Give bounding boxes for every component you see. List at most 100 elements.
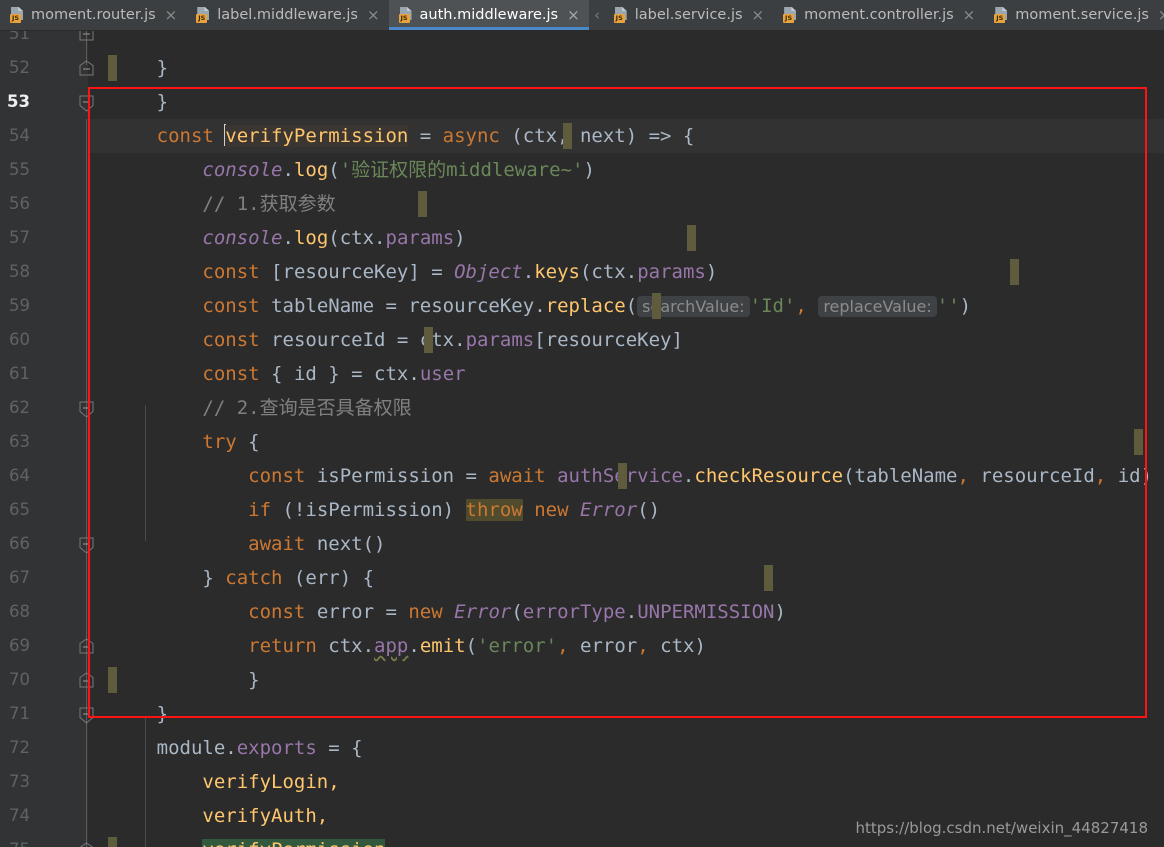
close-icon[interactable]: × (752, 7, 765, 23)
code-line-59[interactable]: const resourceId = ctx.params[resourceKe… (88, 289, 683, 351)
code-line-65[interactable]: await next() (88, 493, 385, 555)
code-line-69[interactable]: } (88, 629, 259, 691)
code-token-user: user (419, 363, 466, 385)
line-number: 74 (9, 806, 30, 825)
line-number: 57 (9, 228, 30, 247)
eol-marker (652, 293, 661, 319)
line-number: 66 (9, 534, 30, 553)
code-token-string: '' (936, 295, 960, 317)
editor-gutter[interactable]: 51 52 53 54 55 56 57 58 59 60 61 62 63 6… (0, 31, 94, 847)
code-line-68[interactable]: return ctx.app.emit('error', error, ctx) (88, 595, 706, 657)
eol-marker (108, 667, 117, 693)
code-token-resourceid: resourceId (980, 465, 1095, 487)
js-file-icon: JS (398, 7, 414, 23)
param-hint-replacevalue: replaceValue: (818, 296, 937, 317)
code-token-ctx: ctx (660, 635, 695, 657)
line-number: 71 (9, 704, 30, 723)
line-number-current: 53 (7, 92, 30, 111)
eol-marker (108, 55, 117, 81)
eol-marker (687, 225, 696, 251)
eol-marker (418, 191, 427, 217)
code-line-60[interactable]: const { id } = ctx.user (88, 323, 465, 385)
watermark-url: https://blog.csdn.net/weixin_44827418 (855, 819, 1148, 837)
code-line-72[interactable]: verifyLogin, (88, 731, 339, 793)
tab-label: moment.controller.js (804, 7, 954, 23)
eol-marker (424, 327, 433, 353)
tab-label: moment.router.js (31, 7, 156, 23)
code-line-63[interactable]: const isPermission = await authService.c… (88, 425, 1152, 487)
code-line-58[interactable]: const tableName = resourceKey.replace(se… (88, 255, 971, 317)
code-token-id: id (1117, 465, 1141, 487)
js-badge-label: JS (613, 14, 625, 23)
close-icon[interactable]: × (1158, 7, 1164, 23)
code-token-string: 'Id' (749, 295, 796, 317)
code-line-51[interactable]: } (88, 31, 168, 79)
code-token-checkresource: checkResource (694, 465, 844, 487)
code-token-resourcekey: resourceKey (545, 329, 672, 351)
line-number: 69 (9, 636, 30, 655)
code-line-71[interactable]: module.exports = { (88, 697, 363, 759)
line-number: 72 (9, 738, 30, 757)
code-line-74[interactable]: verifyPermission (88, 799, 386, 847)
line-number: 64 (9, 466, 30, 485)
code-line-70[interactable]: } (88, 663, 168, 725)
line-number: 58 (9, 262, 30, 281)
js-badge-label: JS (10, 14, 21, 23)
tab-label-middleware-js[interactable]: JS label.middleware.js × (186, 0, 389, 30)
code-token-tablename: tableName (854, 465, 958, 487)
line-number: 52 (9, 58, 30, 77)
close-icon[interactable]: × (367, 7, 380, 23)
line-number: 67 (9, 568, 30, 587)
code-token-string: 'error' (477, 635, 558, 657)
tab-label: auth.middleware.js (419, 7, 559, 23)
code-line-62[interactable]: try { (88, 391, 259, 453)
close-icon[interactable]: × (567, 7, 580, 23)
line-number: 61 (9, 364, 30, 383)
js-badge-label: JS (783, 14, 795, 23)
code-token: } (202, 669, 260, 691)
js-badge-label: JS (196, 14, 208, 23)
tab-label: label.service.js (634, 7, 743, 23)
eol-marker (1134, 429, 1143, 455)
tab-label-service-js[interactable]: JS label.service.js × (603, 0, 774, 30)
eol-marker (1010, 259, 1019, 285)
editor-tab-bar[interactable]: JS moment.router.js × JS label.middlewar… (0, 0, 1164, 31)
line-number: 75 (0, 833, 30, 847)
code-line-67[interactable]: const error = new Error(errorType.UNPERM… (88, 561, 786, 623)
tab-auth-middleware-js[interactable]: JS auth.middleware.js × (388, 0, 589, 30)
code-line-66[interactable]: } catch (err) { (88, 527, 374, 589)
tab-label: label.middleware.js (217, 7, 358, 23)
code-line-75[interactable]: } (88, 833, 168, 847)
code-line-57[interactable]: const [resourceKey] = Object.keys(ctx.pa… (88, 221, 717, 283)
code-line-73[interactable]: verifyAuth, (88, 765, 328, 827)
tab-scroll-left-icon[interactable]: ‹ (589, 0, 604, 30)
code-line-54[interactable]: console.log('验证权限的middleware~') (88, 119, 594, 181)
tab-moment-controller-js[interactable]: JS moment.controller.js × (773, 0, 985, 30)
line-number: 62 (9, 398, 30, 417)
code-line-55[interactable]: // 1.获取参数 (88, 153, 335, 215)
code-line-56[interactable]: console.log(ctx.params) (88, 187, 465, 249)
tab-moment-router-js[interactable]: JS moment.router.js × (0, 0, 187, 30)
code-token-emit: emit (419, 635, 466, 657)
line-number: 55 (9, 160, 30, 179)
code-editor[interactable]: 51 52 53 54 55 56 57 58 59 60 61 62 63 6… (0, 31, 1164, 847)
tab-label: moment.service.js (1015, 7, 1149, 23)
code-token-error: Error (579, 499, 638, 521)
code-text-area[interactable]: } } const verifyPermission = async (ctx,… (88, 31, 1164, 847)
js-file-icon: JS (196, 7, 211, 23)
code-line-61[interactable]: // 2.查询是否具备权限 (88, 357, 411, 419)
code-token-app: app (374, 635, 409, 657)
line-number: 70 (9, 670, 30, 689)
line-number: 68 (9, 602, 30, 621)
code-line-52[interactable]: } (88, 51, 168, 113)
eol-marker (764, 565, 773, 591)
line-number: 73 (9, 772, 30, 791)
close-icon[interactable]: × (963, 7, 976, 23)
close-icon[interactable]: × (165, 7, 178, 23)
line-number: 59 (9, 296, 30, 315)
code-line-53[interactable]: const verifyPermission = async (ctx, nex… (88, 85, 694, 147)
tab-moment-service-js[interactable]: JS moment.service.js × (984, 0, 1164, 30)
line-number: 65 (9, 500, 30, 519)
code-token-string: '验证权限的middleware~' (339, 159, 584, 181)
code-line-64[interactable]: if (!isPermission) throw new Error() (88, 459, 660, 521)
